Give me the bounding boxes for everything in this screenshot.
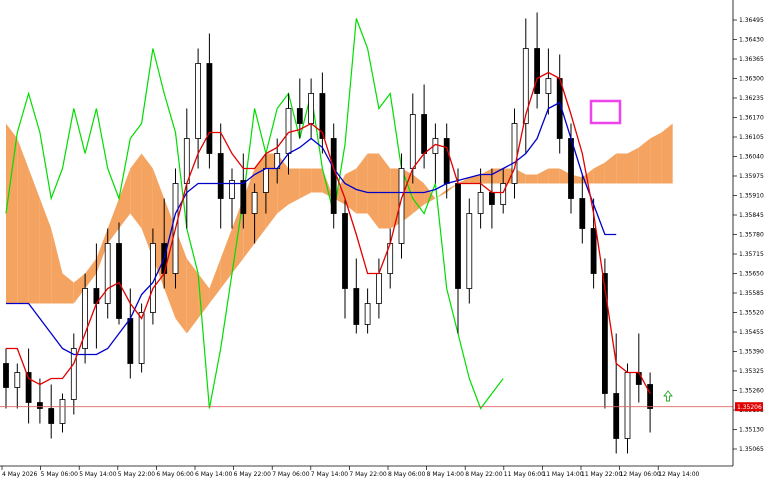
candle-body	[568, 138, 574, 199]
y-tick-label: 1.36430	[739, 37, 764, 44]
candle-body	[262, 168, 269, 193]
cloud-segment	[6, 123, 18, 304]
candle-body	[409, 114, 416, 169]
x-tick-label: 6 May 06:00	[156, 471, 194, 478]
x-tick-label: 11 May 06:00	[504, 471, 545, 478]
x-tick-label: 11 May 14:00	[542, 471, 583, 478]
y-tick-label: 1.35910	[739, 193, 764, 200]
candle-body	[364, 303, 371, 325]
candle-body	[488, 192, 495, 205]
x-tick-label: 7 May 14:00	[311, 471, 349, 478]
x-tick-label: 11 May 22:00	[581, 471, 622, 478]
candle-body	[545, 78, 552, 94]
y-tick-label: 1.36040	[739, 154, 764, 161]
cloud-segment	[616, 153, 628, 184]
candle-body	[635, 372, 642, 385]
candle-body	[285, 108, 292, 154]
y-tick-label: 1.35780	[739, 232, 764, 239]
candle-body	[48, 408, 55, 424]
cloud-segment	[491, 168, 504, 184]
candle-body	[477, 192, 484, 214]
x-tick-label: 6 May 22:00	[234, 471, 272, 478]
candle-body	[116, 243, 122, 319]
candle-body	[70, 348, 77, 400]
y-tick-label: 1.36300	[739, 76, 764, 83]
y-tick-label: 1.35975	[739, 173, 764, 180]
candle-body	[647, 384, 653, 409]
y-tick-label: 1.35325	[739, 368, 764, 375]
candle-body	[353, 288, 360, 325]
cloud-segment	[627, 147, 639, 184]
x-tick-label: 12 May 14:00	[658, 471, 699, 478]
candle-body	[579, 198, 586, 229]
candle-body	[308, 93, 315, 124]
candle-body	[251, 192, 258, 214]
y-tick-label: 1.35390	[739, 349, 764, 356]
y-tick-label: 1.35260	[739, 388, 764, 395]
cloud-segment	[661, 123, 673, 184]
x-tick-label: 8 May 06:00	[388, 471, 426, 478]
candle-body	[375, 273, 382, 304]
candle-body	[59, 399, 66, 424]
cloud-segment	[288, 168, 300, 205]
candle-body	[624, 372, 631, 439]
y-tick-label: 1.35585	[739, 290, 764, 297]
y-tick-label: 1.35455	[739, 329, 764, 336]
candle-body	[522, 48, 529, 124]
y-tick-label: 1.35520	[739, 310, 764, 317]
current-price-box: 1.35206	[735, 402, 763, 412]
y-tick-label: 1.36365	[739, 56, 764, 63]
x-tick-label: 8 May 14:00	[427, 471, 465, 478]
x-tick-label: 4 May 2026	[2, 471, 37, 478]
candle-body	[183, 138, 190, 184]
candle-body	[613, 393, 620, 439]
candle[interactable]	[330, 123, 337, 229]
candle-body	[14, 372, 21, 388]
cloud-segment	[650, 132, 662, 184]
candle-body	[534, 48, 540, 94]
candle-body	[330, 138, 337, 214]
price-chart[interactable]: 1.36495 1.36430 1.36365 1.36300 1.36235 1.361…	[0, 0, 768, 480]
candle-body	[342, 213, 348, 289]
candle-body	[206, 63, 213, 154]
y-tick-label: 1.36235	[739, 95, 764, 102]
y-tick-label: 1.35130	[739, 427, 764, 434]
candle-body	[217, 153, 224, 199]
candle-body	[37, 402, 43, 409]
x-tick-label: 5 May 06:00	[41, 471, 79, 478]
y-tick-label: 1.36495	[739, 17, 764, 24]
candle-body	[138, 312, 145, 364]
x-tick-label: 8 May 22:00	[465, 471, 503, 478]
candle-body	[455, 183, 461, 289]
candle-body	[590, 228, 597, 274]
x-tick-label: 12 May 06:00	[620, 471, 661, 478]
x-tick-label: 5 May 14:00	[79, 471, 117, 478]
candle-body	[421, 114, 428, 154]
candle-body	[466, 213, 473, 289]
candle-body	[127, 318, 134, 364]
y-tick-label: 1.36170	[739, 115, 764, 122]
candle-body	[240, 180, 247, 214]
y-tick-label: 1.36105	[739, 134, 764, 141]
cloud-segment	[548, 168, 560, 184]
cloud-segment	[525, 174, 538, 184]
candle-body	[104, 243, 111, 304]
y-tick-label: 1.35650	[739, 271, 764, 278]
candle[interactable]	[466, 198, 473, 304]
current-price-label: 1.35206	[737, 404, 762, 411]
x-tick-label: 6 May 14:00	[195, 471, 233, 478]
candle-body	[500, 183, 507, 205]
y-tick-label: 1.35715	[739, 251, 764, 258]
x-tick-label: 7 May 06:00	[272, 471, 310, 478]
candle-body	[3, 363, 9, 388]
candle-body	[511, 123, 518, 184]
x-tick-label: 7 May 22:00	[349, 471, 387, 478]
candle-body	[296, 108, 303, 124]
y-tick-label: 1.35065	[739, 446, 764, 453]
y-tick-label: 1.35845	[739, 212, 764, 219]
candle-body	[443, 138, 450, 184]
cloud-segment	[311, 168, 323, 193]
x-tick-label: 5 May 22:00	[118, 471, 156, 478]
candle-body	[195, 63, 202, 139]
